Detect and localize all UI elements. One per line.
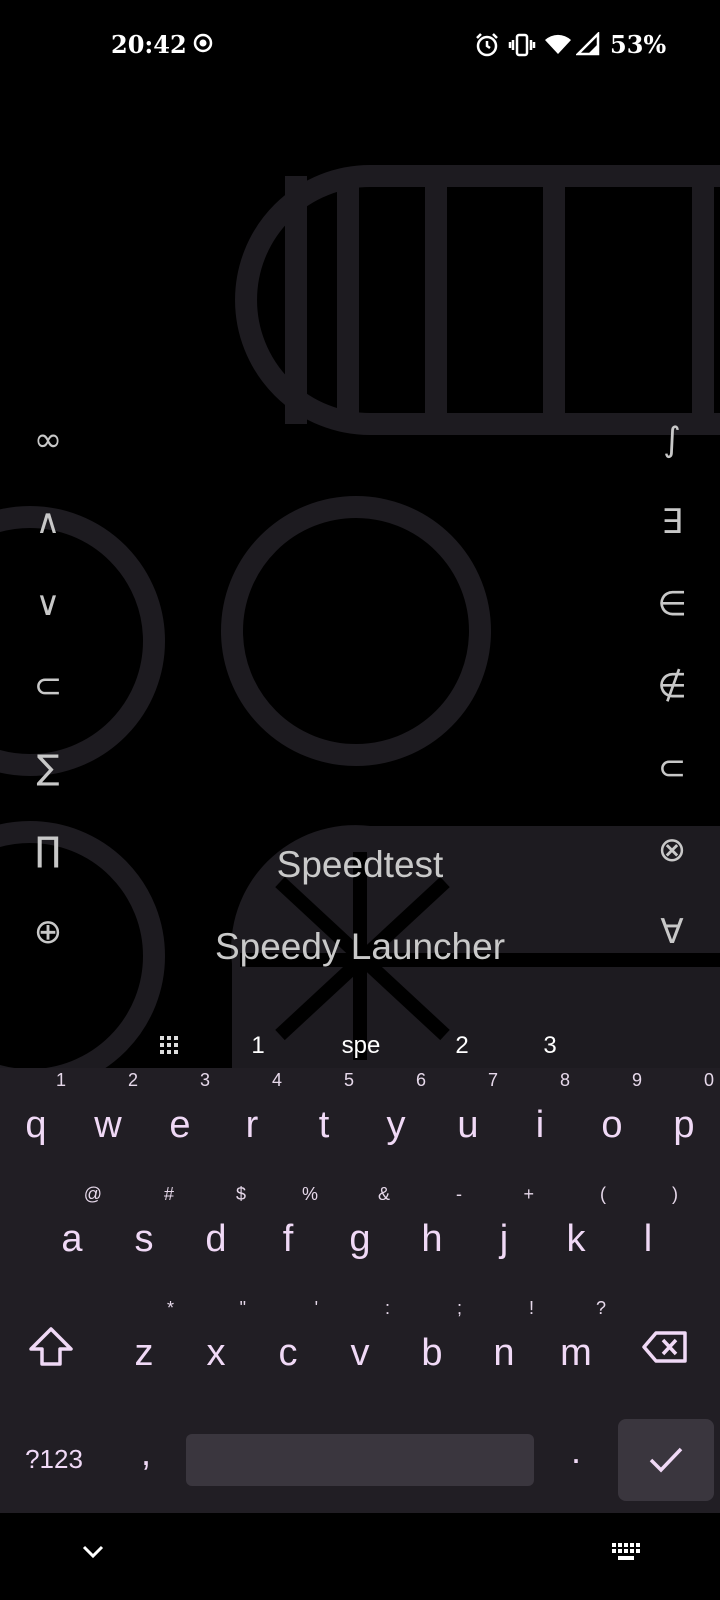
backspace-icon: [642, 1330, 688, 1369]
symbol-right-1[interactable]: ∫: [642, 420, 702, 460]
key-z[interactable]: * z: [108, 1296, 180, 1396]
record-icon: [192, 32, 214, 59]
suggestion-3[interactable]: 3: [530, 1032, 570, 1060]
key-c[interactable]: ' c: [252, 1296, 324, 1396]
symbols-key[interactable]: ?123: [14, 1444, 94, 1475]
enter-key[interactable]: [618, 1419, 714, 1501]
symbol-right-2[interactable]: ∃: [642, 502, 702, 542]
key-k[interactable]: (k: [540, 1182, 612, 1282]
suggestion-1[interactable]: 1: [238, 1032, 278, 1060]
key-f[interactable]: % f: [252, 1182, 324, 1282]
comma-key[interactable]: ,: [126, 1432, 166, 1474]
key-l[interactable]: ) l: [612, 1182, 684, 1282]
key-j[interactable]: + j: [468, 1182, 540, 1282]
battery-level: 53%: [610, 30, 667, 59]
symbol-right-3[interactable]: ∈: [642, 584, 702, 624]
key-i[interactable]: 8i: [504, 1068, 576, 1168]
checkmark-icon: [648, 1445, 684, 1480]
suggestion-spe[interactable]: spe: [326, 1032, 396, 1060]
symbol-left-1[interactable]: ∞: [18, 420, 78, 460]
signal-icon: [574, 30, 600, 61]
key-a[interactable]: @ a: [36, 1182, 108, 1282]
key-t[interactable]: 5t: [288, 1068, 360, 1168]
symbol-right-5[interactable]: ⊂: [642, 748, 702, 788]
chevron-down-icon[interactable]: [82, 1545, 104, 1564]
wifi-icon: [544, 32, 572, 61]
key-d[interactable]: $ d: [180, 1182, 252, 1282]
result-speedtest[interactable]: Speedtest: [0, 844, 720, 886]
key-m[interactable]: ? m: [540, 1296, 612, 1396]
shift-key[interactable]: [14, 1296, 86, 1396]
result-speedy-launcher[interactable]: Speedy Launcher: [0, 926, 720, 968]
status-time: 20:42: [111, 30, 187, 59]
key-w[interactable]: 2w: [72, 1068, 144, 1168]
symbol-right-4[interactable]: ∉: [642, 666, 702, 706]
key-y[interactable]: 6y: [360, 1068, 432, 1168]
key-n[interactable]: ! n: [468, 1296, 540, 1396]
key-o[interactable]: 9o: [576, 1068, 648, 1168]
shift-icon: [28, 1326, 74, 1373]
vibrate-icon: [508, 32, 536, 63]
key-s[interactable]: # s: [108, 1182, 180, 1282]
suggestion-2[interactable]: 2: [442, 1032, 482, 1060]
backspace-key[interactable]: [634, 1296, 706, 1396]
period-key[interactable]: .: [556, 1430, 596, 1472]
key-x[interactable]: " x: [180, 1296, 252, 1396]
symbol-left-3[interactable]: ∨: [18, 584, 78, 624]
key-h[interactable]: -h: [396, 1182, 468, 1282]
symbol-left-5[interactable]: ∑: [18, 748, 78, 788]
key-g[interactable]: & g: [324, 1182, 396, 1282]
symbol-left-4[interactable]: ⊂: [18, 666, 78, 706]
space-bar[interactable]: [186, 1434, 534, 1486]
key-u[interactable]: 7u: [432, 1068, 504, 1168]
key-b[interactable]: ; b: [396, 1296, 468, 1396]
key-q[interactable]: 1q: [0, 1068, 72, 1168]
status-bar: 20:42 53%: [0, 0, 720, 94]
key-r[interactable]: 4r: [216, 1068, 288, 1168]
key-e[interactable]: 3e: [144, 1068, 216, 1168]
key-p[interactable]: 0p: [648, 1068, 720, 1168]
alarm-icon: [474, 32, 500, 63]
key-v[interactable]: :v: [324, 1296, 396, 1396]
background-art: [0, 165, 720, 1070]
grid-icon[interactable]: [160, 1036, 178, 1059]
symbol-left-2[interactable]: ∧: [18, 502, 78, 542]
navigation-bar: [0, 1513, 720, 1600]
keyboard-icon[interactable]: [612, 1543, 642, 1568]
